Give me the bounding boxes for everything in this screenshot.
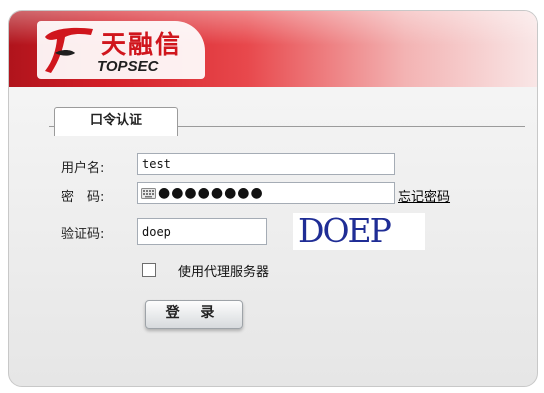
proxy-checkbox[interactable] bbox=[142, 263, 156, 277]
username-input[interactable] bbox=[137, 153, 395, 175]
username-label: 用户名: bbox=[61, 161, 105, 176]
captcha-label: 验证码: bbox=[61, 227, 105, 242]
login-panel: 天融信 TOPSEC 口令认证 用户名: 密 码: ●●●●●●●● 忘记密码 … bbox=[8, 10, 538, 387]
password-masked-value: ●●●●●●●● bbox=[158, 185, 264, 201]
captcha-image-text: DOEP bbox=[298, 211, 392, 250]
login-button[interactable]: 登 录 bbox=[145, 300, 243, 329]
logo-english-name: TOPSEC bbox=[97, 58, 159, 75]
tab-password-auth[interactable]: 口令认证 bbox=[54, 107, 178, 136]
keyboard-icon[interactable] bbox=[141, 188, 156, 199]
topsec-logo-mark-icon bbox=[45, 27, 93, 74]
password-input[interactable]: ●●●●●●●● bbox=[137, 182, 395, 204]
logo-chinese-name: 天融信 bbox=[101, 30, 183, 59]
captcha-input[interactable] bbox=[137, 218, 267, 245]
topsec-logo: 天融信 TOPSEC bbox=[37, 21, 205, 79]
forgot-password-link[interactable]: 忘记密码 bbox=[398, 186, 450, 205]
password-label: 密 码: bbox=[61, 190, 105, 205]
proxy-checkbox-label: 使用代理服务器 bbox=[178, 265, 270, 280]
header-banner: 天融信 TOPSEC bbox=[9, 11, 537, 87]
captcha-image[interactable]: DOEP bbox=[293, 211, 425, 250]
